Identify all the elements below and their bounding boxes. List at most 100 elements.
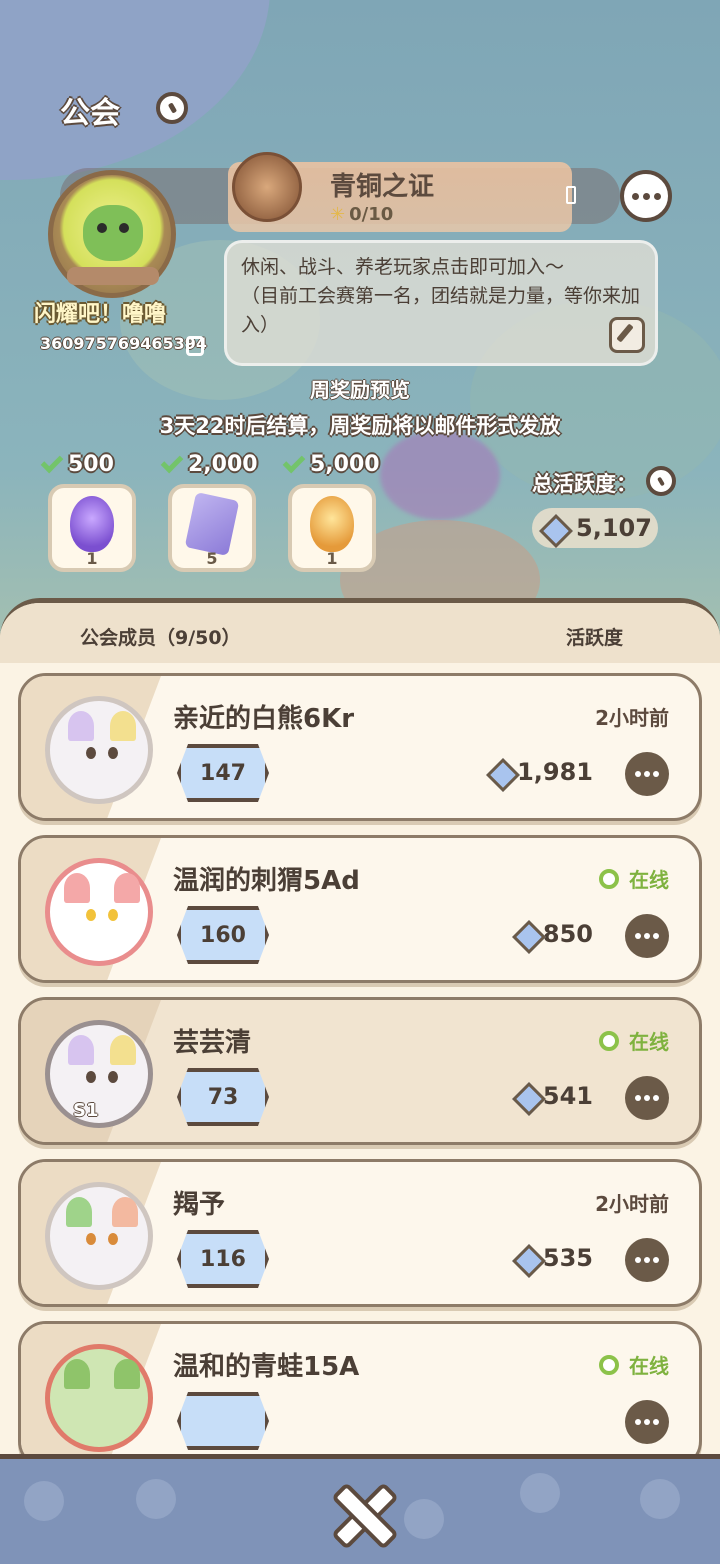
member-status: 在线: [599, 1350, 669, 1379]
bottom-bar: [0, 1454, 720, 1564]
total-activity-value: 5,107: [576, 514, 652, 542]
member-status: 2小时前: [595, 1192, 669, 1216]
ear: [66, 1197, 92, 1227]
member-row[interactable]: 温和的青蛙15A 在线: [18, 1321, 702, 1454]
edit-icon[interactable]: [609, 317, 645, 353]
reward-card-3[interactable]: 1: [288, 484, 376, 572]
member-more-button[interactable]: [625, 752, 669, 796]
member-name: 温和的青蛙15A: [173, 1352, 360, 1382]
reward-card-1[interactable]: 1: [48, 484, 136, 572]
ear: [112, 1197, 138, 1227]
reward-tier-1: 500: [40, 450, 114, 477]
weekly-reward-title[interactable]: 周奖励预览: [0, 374, 720, 403]
level-badge: 73: [177, 1068, 269, 1126]
gold-egg-icon: [310, 496, 354, 552]
paw-print-icon: [640, 1479, 680, 1519]
level-badge: [177, 1392, 269, 1450]
gem-icon: [540, 515, 566, 541]
eye: [97, 223, 107, 233]
paw-print-icon: [24, 1481, 64, 1521]
gem-icon: [487, 759, 513, 785]
guild-name: 闪耀吧！噜噜: [34, 302, 167, 327]
member-activity: 1,981: [487, 758, 593, 786]
member-activity: 850: [513, 920, 593, 948]
ear: [110, 1035, 136, 1065]
ear: [114, 1359, 140, 1389]
guild-emblem[interactable]: [48, 170, 176, 298]
document-icon[interactable]: [566, 186, 576, 204]
ear: [68, 711, 94, 741]
eye: [86, 909, 96, 921]
reward-tier-3: 5,000: [282, 450, 380, 477]
member-panel-header: 公会成员（9/50） 活跃度: [0, 603, 720, 663]
badge-title: 青铜之证: [330, 172, 435, 202]
map-terrain: [380, 430, 500, 520]
page-title: 公会: [60, 96, 120, 131]
reward-quantity: 5: [206, 549, 218, 568]
gem-icon: [513, 1245, 539, 1271]
reward-card-2[interactable]: 5: [168, 484, 256, 572]
check-icon: [40, 450, 64, 473]
paw-print-icon: [404, 1499, 444, 1539]
bronze-medal-icon: [232, 152, 302, 222]
paw-print-icon: [520, 1473, 560, 1513]
member-status: 在线: [599, 1026, 669, 1055]
emblem-ribbon: [67, 267, 159, 285]
weekly-reward-subtitle: 3天22时后结算，周奖励将以邮件形式发放: [159, 414, 561, 438]
gem-icon: [513, 921, 539, 947]
member-row[interactable]: 亲近的白熊6Kr 2小时前 147 1,981: [18, 673, 702, 821]
member-more-button[interactable]: [625, 1400, 669, 1444]
total-activity-label: 总活跃度：: [532, 472, 637, 496]
eye: [86, 1071, 96, 1083]
guild-id: 360975769465394: [40, 334, 207, 353]
member-row[interactable]: 羯予 2小时前 116 535: [18, 1159, 702, 1307]
purple-card-icon: [184, 492, 240, 556]
member-activity: 541: [513, 1082, 593, 1110]
avatar[interactable]: [45, 1020, 153, 1128]
member-row[interactable]: 温润的刺猬5Ad 在线 160 850: [18, 835, 702, 983]
paw-print-icon: [136, 1479, 176, 1519]
copy-icon[interactable]: [186, 336, 204, 356]
guild-description-box: 休闲、战斗、养老玩家点击即可加入～ （目前工会赛第一名，团结就是力量，等你来加入…: [224, 240, 658, 366]
avatar[interactable]: [45, 858, 153, 966]
season-tag: S1: [73, 1100, 99, 1121]
avatar[interactable]: [45, 1344, 153, 1452]
ear: [68, 1035, 94, 1065]
member-more-button[interactable]: [625, 1238, 669, 1282]
level-badge: 160: [177, 906, 269, 964]
member-name: 羯予: [173, 1190, 226, 1220]
member-name: 亲近的白熊6Kr: [173, 704, 355, 734]
member-row-self[interactable]: S1 芸芸清 在线 73 541: [18, 997, 702, 1145]
level-badge: 147: [177, 744, 269, 802]
reward-quantity: 1: [86, 549, 98, 568]
ear: [110, 711, 136, 741]
eye: [108, 747, 118, 759]
guild-more-button[interactable]: [620, 170, 672, 222]
avatar[interactable]: [45, 1182, 153, 1290]
member-count-label: 公会成员（9/50）: [80, 627, 241, 649]
guild-description: 休闲、战斗、养老玩家点击即可加入～ （目前工会赛第一名，团结就是力量，等你来加入…: [241, 256, 641, 336]
reward-quantity: 1: [326, 549, 338, 568]
ear: [114, 873, 140, 903]
member-activity: 535: [513, 1244, 593, 1272]
reward-tier-2: 2,000: [160, 450, 258, 477]
activity-info-icon[interactable]: [646, 466, 676, 496]
ear: [64, 873, 90, 903]
member-more-button[interactable]: [625, 1076, 669, 1120]
info-icon[interactable]: [156, 92, 188, 124]
member-name: 温润的刺猬5Ad: [173, 866, 360, 896]
eye: [108, 1071, 118, 1083]
close-button[interactable]: [332, 1483, 388, 1539]
eye: [86, 747, 96, 759]
member-more-button[interactable]: [625, 914, 669, 958]
total-activity-pill: 5,107: [532, 508, 658, 548]
online-dot-icon: [599, 868, 619, 889]
online-dot-icon: [599, 1030, 619, 1051]
ear: [64, 1359, 90, 1389]
avatar[interactable]: [45, 696, 153, 804]
check-icon: [282, 450, 306, 473]
sea-area: [0, 0, 270, 180]
badge-progress: ✳ 0/10: [330, 204, 394, 225]
mascot-face: [83, 205, 143, 261]
online-dot-icon: [599, 1354, 619, 1375]
